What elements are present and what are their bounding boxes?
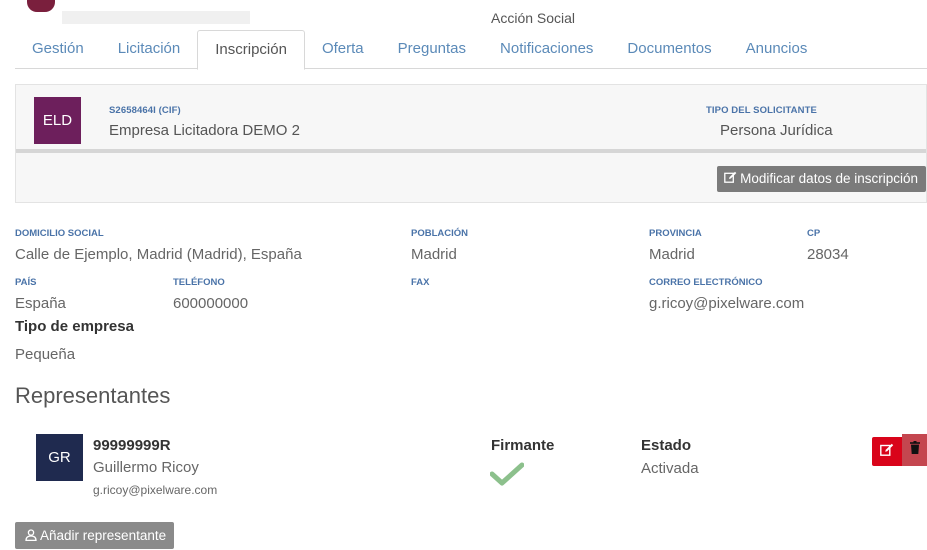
brand-logo — [27, 0, 55, 12]
company-cif: S2658464I (CIF) — [109, 105, 181, 116]
firmante-label: Firmante — [491, 437, 555, 454]
tab-preguntas[interactable]: Preguntas — [381, 30, 483, 69]
edit-representante-button[interactable] — [872, 437, 902, 466]
pais-value: España — [15, 295, 66, 312]
representante-email: g.ricoy@pixelware.com — [93, 483, 218, 497]
tab-notificaciones[interactable]: Notificaciones — [483, 30, 610, 69]
tab-anuncios[interactable]: Anuncios — [729, 30, 825, 69]
tab-bar: Gestión Licitación Inscripción Oferta Pr… — [15, 30, 927, 70]
telefono-label: TELÉFONO — [173, 277, 225, 288]
cp-value: 28034 — [807, 246, 849, 263]
company-name: Empresa Licitadora DEMO 2 — [109, 122, 300, 139]
representante-id: 99999999R — [93, 437, 171, 454]
context-title: Acción Social — [491, 10, 576, 26]
telefono-value: 600000000 — [173, 295, 249, 312]
top-header: Acción Social — [0, 0, 927, 30]
trash-icon — [909, 441, 920, 459]
correo-label: CORREO ELECTRÓNICO — [649, 277, 763, 288]
company-summary: ELD S2658464I (CIF) Empresa Licitadora D… — [16, 85, 926, 153]
tab-inscripcion[interactable]: Inscripción — [197, 30, 305, 70]
user-icon — [25, 528, 40, 543]
poblacion-label: POBLACIÓN — [411, 228, 468, 239]
tab-gestion[interactable]: Gestión — [15, 30, 101, 69]
provincia-label: PROVINCIA — [649, 228, 702, 239]
tab-oferta[interactable]: Oferta — [305, 30, 381, 69]
tipo-solicitante-label: TIPO DEL SOLICITANTE — [706, 105, 817, 116]
representantes-title: Representantes — [15, 383, 171, 408]
tipo-solicitante-value: Persona Jurídica — [720, 122, 833, 139]
edit-icon — [724, 166, 737, 192]
tipo-empresa-label: Tipo de empresa — [15, 318, 134, 335]
company-avatar: ELD — [34, 97, 81, 144]
domicilio-value: Calle de Ejemplo, Madrid (Madrid), Españ… — [15, 246, 302, 263]
tab-documentos[interactable]: Documentos — [610, 30, 728, 69]
poblacion-value: Madrid — [411, 246, 457, 263]
add-representante-button[interactable]: Añadir representante — [15, 522, 175, 549]
add-representante-label: Añadir representante — [40, 528, 167, 543]
pais-label: PAÍS — [15, 277, 37, 288]
cp-label: CP — [807, 228, 821, 239]
correo-value: g.ricoy@pixelware.com — [649, 295, 805, 312]
fax-label: FAX — [411, 277, 430, 288]
provincia-value: Madrid — [649, 246, 695, 263]
tipo-empresa-value: Pequeña — [15, 346, 76, 363]
domicilio-label: DOMICILIO SOCIAL — [15, 228, 104, 239]
delete-representante-button[interactable] — [902, 434, 927, 466]
header-placeholder-bar — [62, 11, 250, 24]
estado-label: Estado — [641, 437, 692, 454]
estado-value: Activada — [641, 460, 699, 477]
modify-inscription-button[interactable]: Modificar datos de inscripción — [717, 166, 926, 192]
representante-name: Guillermo Ricoy — [93, 459, 199, 476]
tab-licitacion[interactable]: Licitación — [101, 30, 198, 69]
modify-inscription-label: Modificar datos de inscripción — [740, 171, 918, 186]
check-icon — [489, 462, 525, 486]
company-card: ELD S2658464I (CIF) Empresa Licitadora D… — [15, 84, 927, 203]
representante-avatar: GR — [36, 434, 83, 481]
edit-icon — [880, 443, 894, 461]
